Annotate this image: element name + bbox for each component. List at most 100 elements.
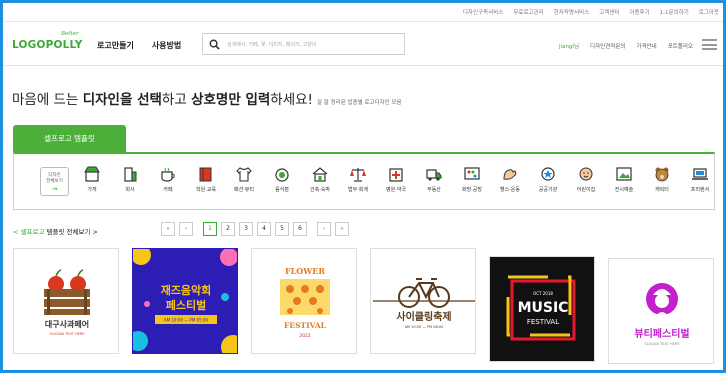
template-slogan: SLOGAN TEXT HERE (49, 332, 84, 336)
baby-icon (579, 167, 593, 181)
hospital-icon (389, 168, 403, 182)
menu-icon[interactable] (702, 39, 717, 50)
top-link-logout[interactable]: 로그아웃 (699, 8, 719, 16)
top-link-naming[interactable]: 한자작명서비스 (554, 8, 589, 16)
svg-text:FESTIVAL: FESTIVAL (527, 318, 559, 326)
pagination: « ‹ 1 2 3 4 5 6 › » (161, 222, 353, 236)
category-item[interactable]: 학원·교육 (191, 165, 221, 193)
category-label: 카페 (163, 187, 173, 193)
category-item[interactable]: 화방·공방 (457, 165, 487, 193)
tab-self-logo-templates[interactable]: 셀프로고 템플릿 (13, 125, 126, 152)
template-card-apple[interactable]: 대구사과페어 SLOGAN TEXT HERE (13, 248, 119, 354)
template-time: AM 10:00 — PM 06:00 (405, 325, 444, 329)
category-item[interactable]: 카페 (153, 165, 183, 193)
template-name: 대구사과페어 (45, 319, 89, 329)
truck-icon (426, 169, 442, 181)
view-all-designs-button[interactable]: 디자인 전체보기 → (40, 167, 69, 196)
nav-item-make-logo[interactable]: 로고만들기 (97, 40, 134, 51)
category-label: 건축·숙박 (310, 187, 330, 193)
main-header: Better LOGOPOLLY 로고만들기 사용방법 검색해서, 카페, 꽃,… (3, 22, 723, 66)
top-link-reviews[interactable]: 이용후기 (629, 8, 649, 16)
template-time: AM 10:00 — PM 05:00 (164, 318, 209, 323)
last-page-button[interactable]: » (335, 222, 349, 236)
top-link-support[interactable]: 고객센터 (599, 8, 619, 16)
category-item[interactable]: 공공기관 (533, 165, 563, 193)
building-icon (124, 167, 137, 182)
page-button-2[interactable]: 2 (221, 222, 235, 236)
category-item[interactable]: 패션·뷰티 (229, 165, 259, 193)
category-label: 공공기관 (538, 187, 558, 193)
category-item[interactable]: 프리랜서 (685, 165, 715, 193)
muscle-icon (503, 169, 517, 180)
category-label: 가게 (87, 187, 97, 193)
category-item[interactable]: 부동산 (419, 165, 449, 193)
template-slogan: SLOGAN TEXT HERE (644, 342, 679, 346)
headline-text: 마음에 드는 (12, 92, 83, 108)
all-templates-link-green: < 셀프로고 (13, 228, 45, 236)
page-button-4[interactable]: 4 (257, 222, 271, 236)
first-page-button[interactable]: « (161, 222, 175, 236)
category-label: 음식점 (275, 187, 289, 193)
page-button-5[interactable]: 5 (275, 222, 289, 236)
flower-festival-logo: FLOWER FESTIVAL 2022 (280, 266, 330, 339)
template-card-jazz[interactable]: 재즈음악회 페스티벌 AM 10:00 — PM 05:00 (132, 248, 238, 354)
top-link-inquiry[interactable]: 1:1문의하기 (660, 8, 689, 16)
category-item[interactable]: 건축·숙박 (305, 165, 335, 193)
template-date: OCT 2018 (533, 291, 553, 296)
cycling-festival-logo: 사이클링축제 AM 10:00 — PM 06:00 (373, 278, 475, 329)
jazz-festival-logo: 재즈음악회 페스티벌 AM 10:00 — PM 05:00 (133, 249, 237, 353)
svg-text:FESTIVAL: FESTIVAL (284, 321, 327, 330)
arrow-right-icon: → (51, 185, 58, 193)
category-label: 패션·뷰티 (234, 187, 254, 193)
category-label: 회사 (125, 187, 135, 193)
category-item[interactable]: 법무·회계 (343, 165, 373, 193)
category-item[interactable]: 캐릭터 (647, 165, 677, 193)
nav-item-how-to[interactable]: 사용방법 (152, 40, 181, 51)
store-icon (84, 166, 100, 182)
category-item[interactable]: 병원·약국 (381, 165, 411, 193)
dish-icon (275, 168, 289, 182)
header-link-quote[interactable]: 디자인견적문의 (590, 42, 625, 50)
next-page-button[interactable]: › (317, 222, 331, 236)
headline-text: 하세요! (270, 92, 313, 108)
search-input[interactable]: 검색해서, 카페, 꽃, 이미지, 메이크, 고양이 (227, 41, 317, 48)
logo[interactable]: LOGOPOLLY (12, 39, 83, 51)
category-item[interactable]: 전시예술 (609, 165, 639, 193)
template-card-cycling[interactable]: 사이클링축제 AM 10:00 — PM 06:00 (370, 248, 476, 354)
logo-tagline: Better (61, 31, 79, 37)
top-link-free-logo[interactable]: 무료로고관리 (513, 8, 543, 16)
category-label: 프리랜서 (690, 187, 710, 193)
search-icon[interactable] (209, 39, 220, 50)
header-right: jiangl님 디자인견적문의 가격안내 포트폴리오 (548, 39, 723, 51)
top-link-subscription[interactable]: 디자인구독서비스 (463, 8, 503, 16)
template-card-flower[interactable]: FLOWER FESTIVAL 2022 (251, 248, 357, 354)
svg-text:MUSIC: MUSIC (518, 300, 569, 316)
category-label: 부동산 (427, 187, 441, 193)
page-headline: 마음에 드는 디자인을 선택하고 상호명만 입력하세요! 잘 잘 정리된 업종별 … (12, 88, 402, 108)
page-button-6[interactable]: 6 (293, 222, 307, 236)
all-templates-link[interactable]: < 셀프로고 템플릿 전체보기 > (13, 226, 98, 236)
all-templates-link-text: 템플릿 전체보기 > (44, 228, 98, 236)
header-link-pricing[interactable]: 가격안내 (636, 42, 656, 50)
category-item[interactable]: 회사 (115, 165, 145, 193)
category-item[interactable]: 헬스·운동 (495, 165, 525, 193)
category-item[interactable]: 음식점 (267, 165, 297, 193)
top-utility-bar: 디자인구독서비스 무료로고관리 한자작명서비스 고객센터 이용후기 1:1문의하… (3, 3, 723, 22)
headline-bold: 디자인을 선택 (82, 92, 162, 108)
header-link-portfolio[interactable]: 포트폴리오 (668, 42, 693, 50)
page-button-1[interactable]: 1 (203, 222, 217, 236)
category-item[interactable]: 가게 (77, 165, 107, 193)
search-box[interactable]: 검색해서, 카페, 꽃, 이미지, 메이크, 고양이 (202, 33, 405, 55)
template-card-music[interactable]: OCT 2018 MUSIC FESTIVAL (489, 256, 595, 362)
template-card-beauty[interactable]: 뷰티페스티벌 SLOGAN TEXT HERE (608, 258, 714, 364)
category-label: 캐릭터 (655, 187, 669, 193)
category-panel: 디자인 전체보기 → 가게 회사 카페 학원·교육 패션·뷰티 음식점 건축·숙박 법무·회계… (13, 152, 715, 210)
music-festival-logo: OCT 2018 MUSIC FESTIVAL (490, 257, 594, 361)
headline-bold: 상호명만 입력 (191, 92, 271, 108)
user-name[interactable]: jiangl님 (559, 42, 579, 50)
prev-page-button[interactable]: ‹ (179, 222, 193, 236)
category-item[interactable]: 어린이집 (571, 165, 601, 193)
page: 디자인구독서비스 무료로고관리 한자작명서비스 고객센터 이용후기 1:1문의하… (3, 3, 723, 370)
page-button-3[interactable]: 3 (239, 222, 253, 236)
apple-crate-logo: 대구사과페어 SLOGAN TEXT HERE (44, 269, 90, 336)
